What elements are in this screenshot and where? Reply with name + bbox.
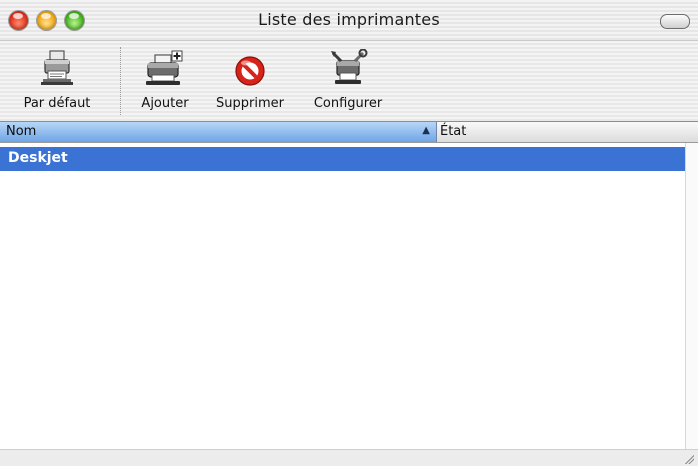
default-printer-icon — [41, 50, 73, 85]
column-header-name[interactable]: Nom ▲ — [0, 122, 437, 142]
delete-printer-button[interactable]: Supprimer — [207, 49, 293, 111]
add-printer-icon — [146, 50, 183, 85]
table-row[interactable]: Deskjet — [0, 147, 686, 171]
table-header: Nom ▲ État — [0, 122, 698, 143]
toolbar-separator — [120, 47, 121, 115]
configure-printer-button[interactable]: Configurer — [302, 49, 394, 111]
title-bar[interactable]: Liste des imprimantes — [0, 0, 698, 41]
window-title: Liste des imprimantes — [258, 10, 440, 29]
add-printer-button[interactable]: Ajouter — [130, 49, 200, 111]
delete-icon — [235, 56, 265, 86]
toolbar: Par défaut Ajouter Supprimer Configurer — [0, 41, 698, 122]
add-printer-label: Ajouter — [141, 96, 189, 111]
configure-printer-icon — [331, 49, 368, 84]
window-bottom-bar — [0, 449, 698, 466]
column-header-name-label: Nom — [6, 124, 37, 139]
toolbar-toggle-button[interactable] — [660, 14, 690, 29]
default-printer-label: Par défaut — [23, 96, 91, 111]
configure-printer-label: Configurer — [313, 96, 383, 111]
default-printer-button[interactable]: Par défaut — [14, 49, 100, 111]
delete-printer-label: Supprimer — [216, 96, 284, 111]
resize-grip-icon[interactable] — [684, 454, 694, 464]
sort-ascending-icon: ▲ — [422, 125, 430, 136]
printer-list-window: Liste des imprimantes Par défaut Ajouter… — [0, 0, 698, 466]
printer-name: Deskjet — [8, 150, 68, 166]
printer-list: Deskjet — [0, 143, 698, 449]
column-header-state[interactable]: État — [440, 124, 466, 139]
vertical-scrollbar[interactable] — [685, 143, 698, 449]
